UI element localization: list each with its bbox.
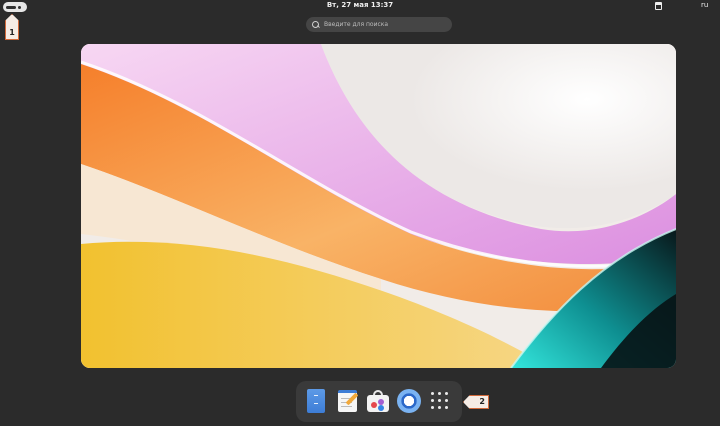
language-indicator[interactable]: ru <box>701 1 708 9</box>
callout-marker-1: 1 <box>5 14 19 40</box>
software-store-icon[interactable] <box>366 389 390 413</box>
clock[interactable]: Вт, 27 мая 13:37 <box>0 1 720 9</box>
search-bar[interactable] <box>306 17 452 32</box>
app-grid-icon[interactable] <box>428 389 452 413</box>
callout-label-1: 1 <box>9 28 15 37</box>
window-icon[interactable] <box>655 2 662 10</box>
files-icon[interactable] <box>304 389 328 413</box>
wallpaper <box>81 44 676 368</box>
callout-marker-2: 2 <box>463 395 489 409</box>
text-editor-icon[interactable] <box>336 389 360 413</box>
workspace-thumbnail[interactable] <box>81 44 676 368</box>
search-input[interactable] <box>324 21 444 28</box>
search-icon <box>312 20 320 29</box>
top-bar: Вт, 27 мая 13:37 ru <box>0 0 720 14</box>
browser-icon[interactable] <box>397 389 421 413</box>
callout-label-2: 2 <box>479 397 485 406</box>
dash-dock <box>296 381 462 422</box>
